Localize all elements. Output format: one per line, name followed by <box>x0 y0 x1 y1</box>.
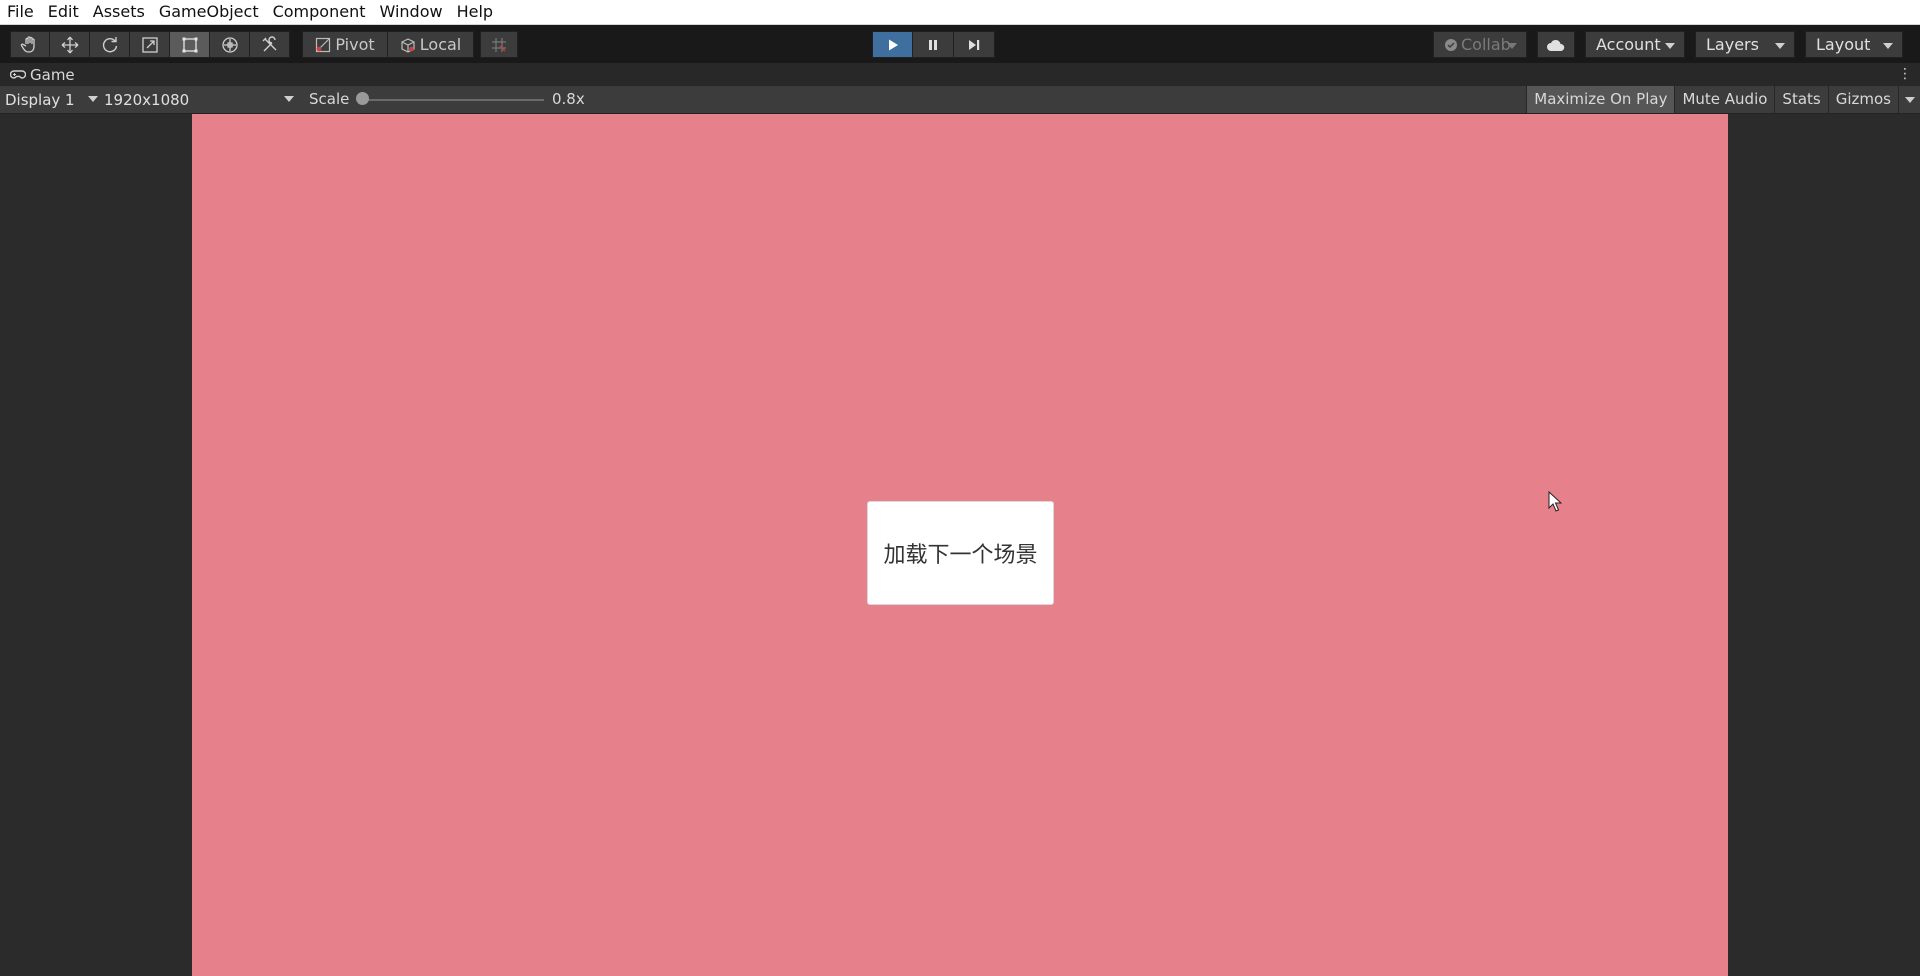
menu-window[interactable]: Window <box>372 0 449 24</box>
mouse-cursor-icon <box>1548 491 1562 512</box>
gizmos-dropdown[interactable] <box>1898 86 1920 113</box>
stats-toggle[interactable]: Stats <box>1774 86 1827 113</box>
collab-dropdown[interactable]: Collab <box>1433 31 1527 58</box>
rotate-tool-button[interactable] <box>90 31 130 58</box>
tab-bar: Game ⋮ <box>0 63 1920 86</box>
resolution-label: 1920x1080 <box>104 90 190 109</box>
display-label: Display 1 <box>5 90 75 109</box>
transform-icon <box>221 36 238 53</box>
gamepad-icon <box>10 69 26 79</box>
layers-label: Layers <box>1706 35 1759 54</box>
rect-tool-button[interactable] <box>170 31 210 58</box>
grid-snap-icon <box>492 37 506 52</box>
scale-slider-track[interactable] <box>360 99 544 101</box>
scale-slider-thumb[interactable] <box>356 92 369 105</box>
play-icon <box>888 39 898 50</box>
step-icon <box>969 39 980 50</box>
transform-tool-button[interactable] <box>210 31 250 58</box>
scale-tool-button[interactable] <box>130 31 170 58</box>
account-dropdown[interactable]: Account <box>1585 31 1685 58</box>
move-icon <box>61 36 78 53</box>
menu-component[interactable]: Component <box>266 0 373 24</box>
scale-label: Scale <box>309 90 350 108</box>
layout-label: Layout <box>1816 35 1871 54</box>
step-button[interactable] <box>954 31 995 58</box>
chevron-down-icon <box>284 96 294 102</box>
tab-game-label: Game <box>30 65 75 84</box>
scale-icon <box>141 36 158 53</box>
game-view-options: Maximize On Play Mute Audio Stats Gizmos <box>1526 86 1920 113</box>
right-toolbar: Collab Account Layers Layout <box>1433 31 1903 58</box>
rect-transform-icon <box>182 37 197 52</box>
load-next-scene-button[interactable]: 加载下一个场景 <box>867 501 1054 605</box>
scale-value: 0.8x <box>552 90 585 108</box>
mute-audio-toggle[interactable]: Mute Audio <box>1674 86 1774 113</box>
chevron-down-icon <box>1883 43 1893 49</box>
gizmos-toggle[interactable]: Gizmos <box>1827 86 1898 113</box>
pivot-toggle[interactable]: Pivot <box>302 31 388 58</box>
rotate-icon <box>102 36 117 52</box>
layout-dropdown[interactable]: Layout <box>1805 31 1903 58</box>
play-button[interactable] <box>872 31 913 58</box>
game-viewport: 加载下一个场景 <box>0 114 1920 976</box>
pivot-label: Pivot <box>335 35 375 54</box>
local-toggle[interactable]: Local <box>388 31 474 58</box>
pivot-icon <box>316 37 331 52</box>
playback-controls <box>872 31 995 58</box>
menu-bar: File Edit Assets GameObject Component Wi… <box>0 0 1920 25</box>
move-tool-button[interactable] <box>50 31 90 58</box>
resolution-dropdown[interactable]: 1920x1080 <box>104 86 298 113</box>
cloud-button[interactable] <box>1537 31 1575 58</box>
menu-file[interactable]: File <box>0 0 41 24</box>
transform-tools <box>10 31 290 58</box>
menu-assets[interactable]: Assets <box>86 0 152 24</box>
hand-icon <box>20 35 35 53</box>
chevron-down-icon <box>1775 43 1785 49</box>
main-toolbar: Pivot Local Collab Account Layers Layout <box>0 25 1920 63</box>
pause-button[interactable] <box>913 31 954 58</box>
menu-help[interactable]: Help <box>450 0 500 24</box>
maximize-on-play-toggle[interactable]: Maximize On Play <box>1526 86 1675 113</box>
chevron-down-icon <box>1507 43 1517 49</box>
layers-dropdown[interactable]: Layers <box>1695 31 1795 58</box>
pause-icon <box>929 39 937 50</box>
handle-toggles: Pivot Local <box>302 31 518 58</box>
account-label: Account <box>1596 35 1661 54</box>
local-space-icon <box>401 37 415 53</box>
menu-gameobject[interactable]: GameObject <box>152 0 266 24</box>
collab-label: Collab <box>1461 35 1511 54</box>
collab-check-icon <box>1445 38 1457 51</box>
tools-icon <box>262 35 276 51</box>
menu-edit[interactable]: Edit <box>41 0 86 24</box>
game-view-toolbar: Display 1 1920x1080 Scale 0.8x Maximize … <box>0 86 1920 114</box>
chevron-down-icon <box>1665 43 1675 49</box>
custom-tool-button[interactable] <box>250 31 290 58</box>
cloud-icon <box>1547 39 1565 51</box>
more-options-icon[interactable]: ⋮ <box>1898 67 1912 81</box>
grid-snapping-button[interactable] <box>480 31 518 58</box>
tab-game[interactable]: Game <box>0 63 83 86</box>
local-label: Local <box>419 35 462 54</box>
hand-tool-button[interactable] <box>10 31 50 58</box>
display-dropdown[interactable]: Display 1 <box>5 86 98 113</box>
chevron-down-icon <box>88 96 98 102</box>
game-canvas[interactable]: 加载下一个场景 <box>192 114 1728 976</box>
